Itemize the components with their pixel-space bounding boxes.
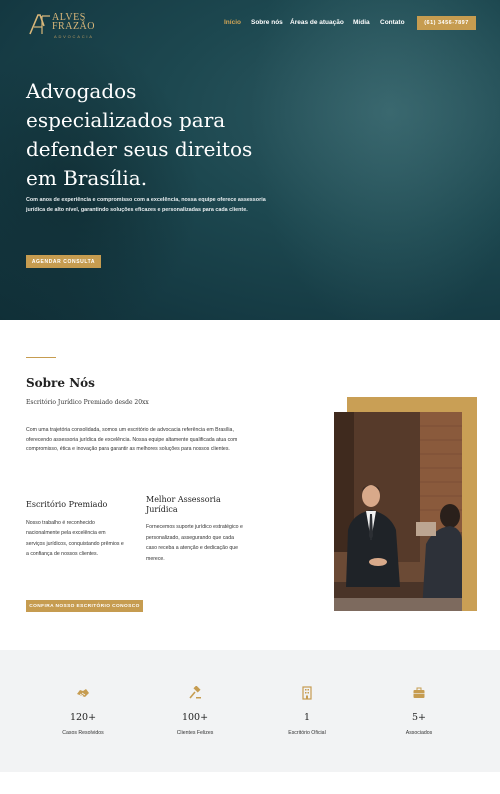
schedule-consultation-button[interactable]: AGENDAR CONSULTA: [26, 255, 101, 268]
logo-tagline: ADVOCACIA: [54, 34, 94, 39]
section-divider: [26, 357, 56, 358]
feature-title: Melhor Assessoria Jurídica: [146, 495, 221, 514]
stat-associates: 5+ Associados: [374, 686, 464, 736]
feature-advisory: Melhor Assessoria Jurídica Fornecemos su…: [146, 495, 246, 564]
stat-value: 120+: [69, 712, 97, 723]
phone-button[interactable]: (61) 3456-7897: [417, 16, 476, 30]
meeting-illustration: [334, 412, 462, 611]
stat-clients: 100+ Clientes Felizes: [150, 686, 240, 736]
nav-item-areas-de-atuacao[interactable]: Áreas de atuação: [290, 19, 344, 26]
nav-item-inicio[interactable]: Início: [224, 19, 241, 26]
logo-mark-icon: [29, 14, 50, 35]
logo[interactable]: ALVES FRAZÃO ADVOCACIA: [28, 12, 108, 39]
about-text: Com uma trajetória consolidada, somos um…: [26, 427, 238, 452]
hero-section: ALVES FRAZÃO ADVOCACIA Início Sobre nós …: [0, 0, 500, 320]
feature-award: Escritório Premiado Nosso trabalho é rec…: [26, 500, 126, 560]
stat-label: Clientes Felizes: [176, 730, 214, 736]
building-icon: [302, 686, 312, 700]
stat-label: Associados: [405, 730, 433, 736]
nav-item-sobre-nos[interactable]: Sobre nós: [251, 19, 283, 26]
stat-label: Casos Resolvidos: [62, 730, 104, 736]
hero-background-shade: [250, 0, 500, 320]
briefcase-icon: [413, 687, 425, 698]
handshake-icon: [77, 689, 89, 697]
stat-value: 1: [303, 712, 311, 723]
stat-cases: 120+ Casos Resolvidos: [38, 686, 128, 736]
visit-office-button[interactable]: CONFIRA NOSSO ESCRITÓRIO CONOSCO: [26, 600, 143, 612]
feature-text: Fornecemos suporte jurídico estratégico …: [146, 524, 243, 562]
about-subtitle: Escritório Jurídico Premiado desde 20xx: [26, 399, 149, 406]
hero-title: Advogados especializados para defender s…: [26, 79, 253, 190]
stat-value: 100+: [181, 712, 209, 723]
feature-text: Nosso trabalho é reconhecido nacionalmen…: [26, 519, 124, 558]
stat-value: 5+: [411, 712, 426, 723]
stat-office: 1 Escritório Oficial: [262, 686, 352, 736]
about-title: Sobre Nós: [26, 376, 95, 390]
logo-line2: FRAZÃO: [52, 21, 96, 32]
lawyer-meeting-photo: [334, 412, 462, 611]
hero-description: Com anos de experiência e compromisso co…: [26, 197, 266, 213]
nav-item-contato[interactable]: Contato: [380, 19, 405, 26]
stats-section: 120+ Casos Resolvidos 100+ Clientes Feli…: [0, 650, 500, 772]
feature-title: Escritório Premiado: [26, 500, 108, 509]
nav-item-midia[interactable]: Mídia: [353, 19, 370, 26]
gavel-icon: [189, 686, 201, 699]
stat-label: Escritório Oficial: [288, 730, 326, 736]
